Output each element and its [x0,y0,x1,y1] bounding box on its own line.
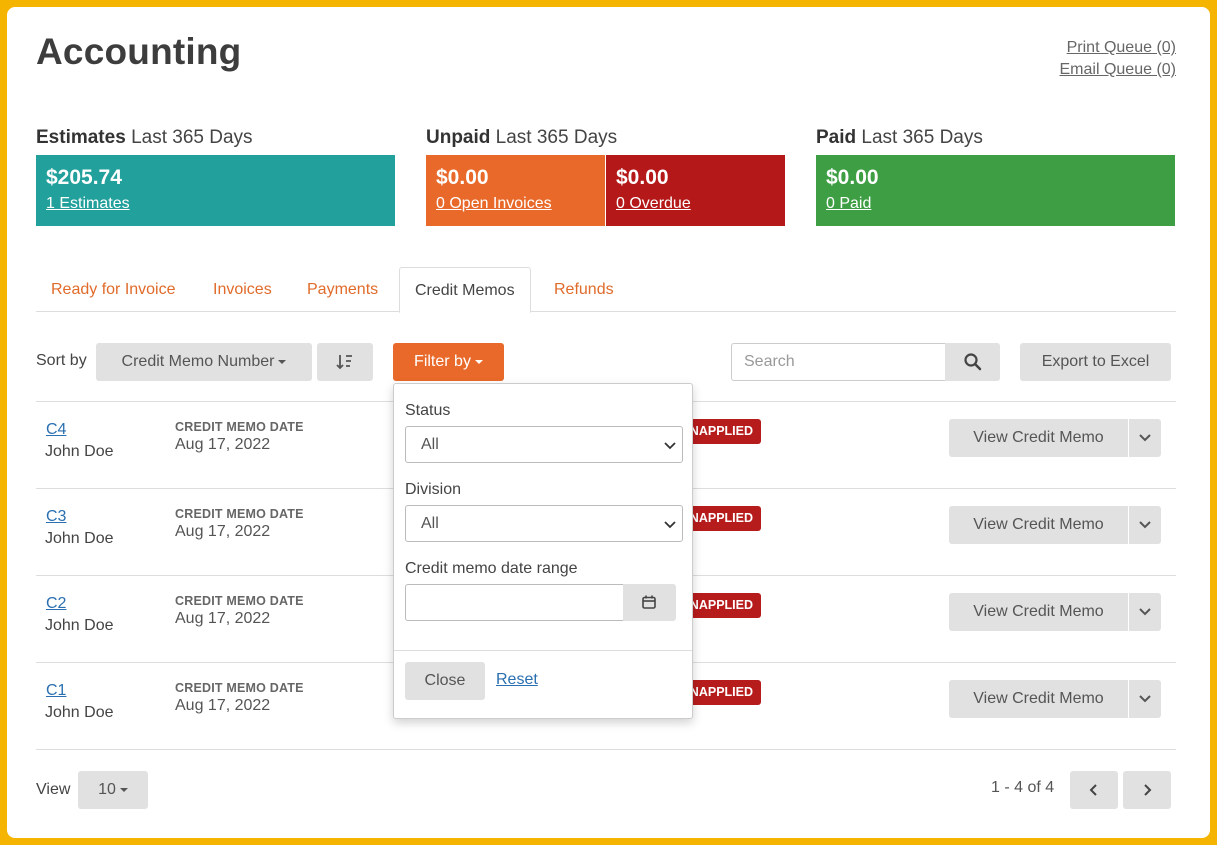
tab-invoices[interactable]: Invoices [213,267,272,312]
overdue-card: $0.00 0 Overdue [606,155,785,226]
estimates-link[interactable]: 1 Estimates [46,195,130,213]
view-label: View [36,781,71,798]
sort-value: Credit Memo Number [121,353,275,370]
unpaid-label: Unpaid Last 365 Days [426,127,617,149]
paid-card: $0.00 0 Paid [816,155,1175,226]
page-size-value: 10 [98,781,116,798]
reset-filter-link[interactable]: Reset [496,671,538,689]
tab-payments[interactable]: Payments [307,267,378,312]
accounting-tabs: Ready for Invoice Invoices Payments Cred… [36,267,1176,313]
caret-down-icon [119,787,128,792]
search-input[interactable] [731,343,945,381]
filter-dropdown: Status All Division All Credit memo date… [393,383,693,719]
status-filter-value: All [421,436,439,453]
overdue-amount: $0.00 [616,166,669,189]
caret-down-icon [278,359,287,364]
paid-link[interactable]: 0 Paid [826,195,871,213]
chevron-down-icon [664,442,676,450]
close-filter-button[interactable]: Close [405,662,485,700]
divider [394,650,692,651]
memo-id-link[interactable]: C2 [46,595,66,613]
chevron-down-icon [1139,434,1151,442]
chevron-down-icon [1139,521,1151,529]
date-picker-button[interactable] [623,584,676,621]
filter-by-label: Filter by [414,353,471,370]
sort-label: Sort by [36,352,87,369]
calendar-icon [642,595,656,609]
page-title: Accounting [36,31,242,72]
search-button[interactable] [945,343,1000,381]
queue-links: Print Queue (0) Email Queue (0) [1060,37,1177,81]
status-filter-label: Status [405,402,451,419]
estimates-title: Estimates [36,127,126,148]
chevron-left-icon [1089,784,1097,796]
memo-customer: John Doe [45,704,114,721]
memo-id-link[interactable]: C3 [46,508,66,526]
paid-title: Paid [816,127,857,148]
row-actions-toggle[interactable] [1128,680,1161,718]
overdue-link[interactable]: 0 Overdue [616,195,691,213]
view-credit-memo-button[interactable]: View Credit Memo [949,506,1128,544]
chevron-down-icon [664,521,676,529]
open-invoices-card: $0.00 0 Open Invoices [426,155,605,226]
view-credit-memo-button[interactable]: View Credit Memo [949,680,1128,718]
open-invoices-amount: $0.00 [436,166,489,189]
memo-date: Aug 17, 2022 [175,523,271,540]
memo-customer: John Doe [45,530,114,547]
division-filter-value: All [421,515,439,532]
date-range-input[interactable] [405,584,623,621]
chevron-down-icon [1139,695,1151,703]
export-to-excel-button[interactable]: Export to Excel [1020,343,1171,381]
memo-date: Aug 17, 2022 [175,610,271,627]
row-actions-toggle[interactable] [1128,506,1161,544]
next-page-button[interactable] [1123,771,1171,809]
previous-page-button[interactable] [1070,771,1118,809]
memo-customer: John Doe [45,617,114,634]
page-size-dropdown[interactable]: 10 [78,771,148,809]
print-queue-link[interactable]: Print Queue (0) [1060,37,1176,59]
view-credit-memo-button[interactable]: View Credit Memo [949,419,1128,457]
search-icon [964,353,982,371]
memo-date-label: CREDIT MEMO DATE [175,594,304,608]
divider [36,749,1176,750]
chevron-down-icon [1139,608,1151,616]
estimates-card: $205.74 1 Estimates [36,155,395,226]
memo-date: Aug 17, 2022 [175,697,271,714]
caret-down-icon [474,359,483,364]
estimates-label: Estimates Last 365 Days [36,127,253,149]
memo-date: Aug 17, 2022 [175,436,271,453]
tab-ready-for-invoice[interactable]: Ready for Invoice [51,267,176,312]
app-frame: Accounting Print Queue (0) Email Queue (… [7,7,1210,838]
division-filter-select[interactable]: All [405,505,683,542]
tab-refunds[interactable]: Refunds [554,267,614,312]
row-actions-toggle[interactable] [1128,593,1161,631]
estimates-period: Last 365 Days [131,127,253,148]
memo-date-label: CREDIT MEMO DATE [175,681,304,695]
sort-descending-icon [336,355,352,370]
unpaid-period: Last 365 Days [495,127,618,148]
sort-dropdown[interactable]: Credit Memo Number [96,343,312,381]
estimates-amount: $205.74 [46,166,122,189]
chevron-right-icon [1144,784,1152,796]
paid-period: Last 365 Days [861,127,983,148]
paid-amount: $0.00 [826,166,879,189]
division-filter-label: Division [405,481,462,498]
memo-customer: John Doe [45,443,114,460]
pagination-range: 1 - 4 of 4 [991,779,1055,796]
open-invoices-link[interactable]: 0 Open Invoices [436,195,552,213]
unpaid-title: Unpaid [426,127,491,148]
memo-id-link[interactable]: C1 [46,682,66,700]
memo-date-label: CREDIT MEMO DATE [175,507,304,521]
status-filter-select[interactable]: All [405,426,683,463]
row-actions-toggle[interactable] [1128,419,1161,457]
date-range-label: Credit memo date range [405,560,578,577]
paid-label: Paid Last 365 Days [816,127,983,149]
memo-date-label: CREDIT MEMO DATE [175,420,304,434]
tab-credit-memos[interactable]: Credit Memos [399,267,531,313]
filter-by-button[interactable]: Filter by [393,343,504,381]
memo-id-link[interactable]: C4 [46,421,66,439]
sort-direction-button[interactable] [317,343,373,381]
email-queue-link[interactable]: Email Queue (0) [1060,59,1177,81]
view-credit-memo-button[interactable]: View Credit Memo [949,593,1128,631]
